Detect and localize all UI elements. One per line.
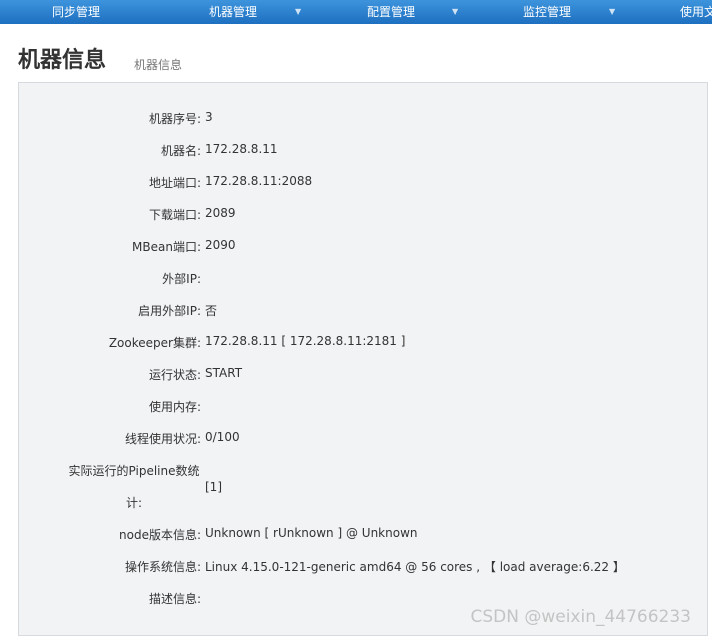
field-label: 使用内存:: [148, 400, 201, 414]
field-value: 2090: [205, 238, 236, 252]
page-title: 机器信息: [18, 48, 107, 73]
field-value: 否: [205, 304, 218, 318]
field-value: 0/100: [205, 430, 240, 444]
field-label: 外部IP:: [162, 272, 201, 286]
nav-item-config[interactable]: 配置管理: [367, 0, 415, 24]
field-label-line-2: 计:: [125, 496, 143, 510]
nav-item-monitor[interactable]: 监控管理: [523, 0, 571, 24]
field-value: 3: [205, 110, 213, 124]
field-value: START: [205, 366, 243, 380]
field-value: [1]: [205, 480, 222, 494]
field-label: node版本信息:: [119, 528, 201, 542]
chevron-down-icon[interactable]: ▼: [609, 0, 615, 24]
nav-item-machine[interactable]: 机器管理: [209, 0, 257, 24]
field-label: Zookeeper集群:: [108, 336, 201, 350]
field-label: 运行状态:: [148, 368, 201, 382]
field-label: 机器序号:: [148, 112, 201, 126]
field-value: 2089: [205, 206, 236, 220]
chevron-down-icon[interactable]: ▼: [295, 0, 301, 24]
top-nav-bar: 同步管理 机器管理 ▼ 配置管理 ▼ 监控管理 ▼ 使用文: [0, 0, 712, 24]
csdn-watermark: CSDN @weixin_44766233: [470, 607, 691, 627]
field-label: 描述信息:: [148, 592, 201, 606]
nav-item-usage[interactable]: 使用文: [680, 0, 712, 24]
chevron-down-icon[interactable]: ▼: [452, 0, 458, 24]
field-value: Unknown [ rUnknown ] @ Unknown: [205, 526, 418, 540]
field-label: 机器名:: [160, 144, 201, 158]
nav-item-sync[interactable]: 同步管理: [52, 0, 100, 24]
page-subtitle: 机器信息: [134, 58, 183, 72]
field-label: 启用外部IP:: [138, 304, 201, 318]
page-header: 机器信息 机器信息: [0, 24, 712, 82]
field-value: 172.28.8.11: [205, 142, 278, 156]
field-value: Linux 4.15.0-121-generic amd64 @ 56 core…: [205, 560, 625, 574]
field-label: 实际运行的Pipeline数统 计:: [59, 455, 209, 519]
field-value: 172.28.8.11 [ 172.28.8.11:2181 ]: [205, 334, 406, 348]
field-label: 地址端口:: [148, 176, 201, 190]
machine-info-panel: 机器序号: 3 机器名: 172.28.8.11 地址端口: 172.28.8.…: [18, 82, 708, 636]
field-value: 172.28.8.11:2088: [205, 174, 313, 188]
info-row: 实际运行的Pipeline数统 计: [1]: [19, 455, 707, 519]
field-label: 线程使用状况:: [124, 432, 201, 446]
field-label: 操作系统信息:: [124, 560, 201, 574]
field-label: 下载端口:: [148, 208, 201, 222]
field-label: MBean端口:: [132, 240, 201, 254]
field-label-line-1: 实际运行的Pipeline数统: [68, 464, 200, 478]
